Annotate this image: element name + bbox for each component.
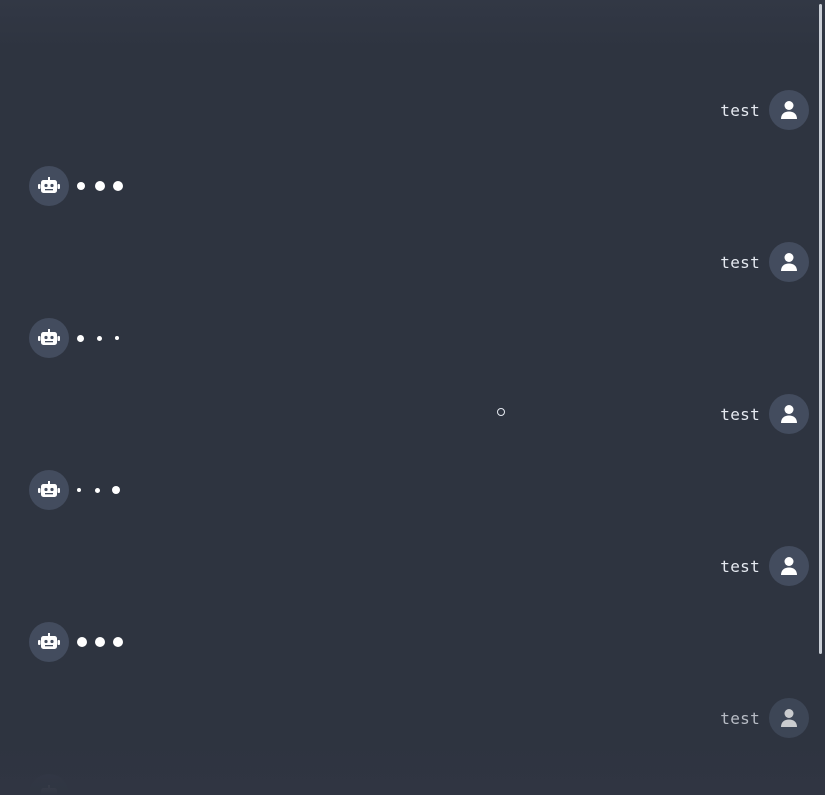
bot-avatar (29, 774, 69, 795)
typing-indicator (77, 318, 119, 358)
typing-dot (97, 335, 102, 341)
bot-avatar (29, 166, 69, 206)
typing-dot (95, 181, 105, 191)
bottom-shade (0, 735, 825, 795)
typing-dot (115, 336, 119, 340)
bot-message (29, 166, 123, 206)
user-icon (780, 252, 798, 272)
bot-avatar (29, 622, 69, 662)
user-icon (780, 708, 798, 728)
robot-icon (38, 481, 60, 499)
user-message: test (720, 90, 809, 130)
robot-icon (38, 329, 60, 347)
user-icon (780, 404, 798, 424)
user-message-text: test (720, 708, 760, 728)
robot-icon (38, 177, 60, 195)
header-shade (0, 0, 825, 50)
typing-dot (95, 637, 105, 647)
user-avatar (769, 242, 809, 282)
user-icon (780, 556, 798, 576)
typing-dot (77, 488, 81, 492)
user-avatar (769, 546, 809, 586)
user-message: test (720, 394, 809, 434)
user-icon (780, 100, 798, 120)
bot-message (29, 622, 123, 662)
user-avatar (769, 90, 809, 130)
scrollbar-thumb[interactable] (819, 4, 822, 654)
typing-dot (113, 637, 123, 647)
mouse-cursor (497, 408, 505, 416)
typing-dot (77, 637, 87, 647)
robot-icon (38, 785, 60, 795)
user-message-text: test (720, 404, 760, 424)
user-message-text: test (720, 252, 760, 272)
user-message: test (720, 698, 809, 738)
typing-dot (77, 182, 85, 190)
robot-icon (38, 633, 60, 651)
typing-dot (95, 487, 100, 493)
bot-avatar (29, 470, 69, 510)
bot-message (29, 470, 120, 510)
user-message: test (720, 242, 809, 282)
chat-window: test test test test test (0, 0, 825, 795)
typing-dot (77, 334, 84, 342)
bot-avatar (29, 318, 69, 358)
user-message-text: test (720, 100, 760, 120)
user-avatar (769, 394, 809, 434)
typing-dot (113, 181, 123, 191)
typing-indicator (77, 166, 123, 206)
typing-dot (112, 486, 120, 494)
bot-message (29, 318, 119, 358)
user-message-text: test (720, 556, 760, 576)
bot-message (29, 774, 69, 795)
user-message: test (720, 546, 809, 586)
user-avatar (769, 698, 809, 738)
typing-indicator (77, 470, 120, 510)
typing-indicator (77, 622, 123, 662)
